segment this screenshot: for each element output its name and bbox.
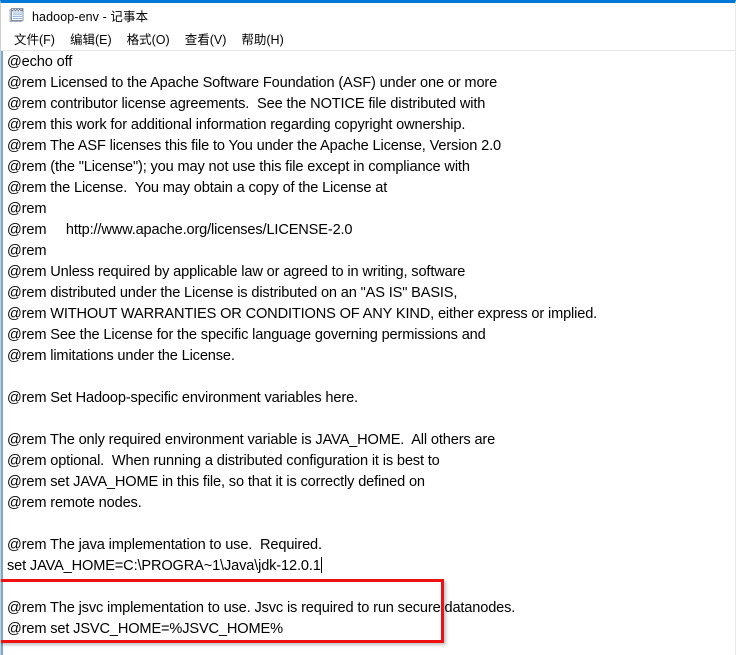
editor-line: @rem WITHOUT WARRANTIES OR CONDITIONS OF… bbox=[7, 304, 735, 325]
editor-line: @echo off bbox=[7, 52, 735, 73]
notepad-icon bbox=[7, 7, 24, 24]
editor-line-text: @rem Licensed to the Apache Software Fou… bbox=[7, 75, 498, 91]
editor-line: @rem this work for additional informatio… bbox=[7, 115, 735, 136]
editor-line-text: @rem Unless required by applicable law o… bbox=[7, 264, 466, 280]
text-editor-area[interactable]: @echo off @rem Licensed to the Apache Sof… bbox=[1, 51, 735, 655]
editor-line-text: @rem contributor license agreements. See… bbox=[7, 96, 486, 112]
editor-line: @rem The ASF licenses this file to You u… bbox=[7, 136, 735, 157]
editor-left-edge bbox=[1, 51, 3, 655]
editor-line-text: @rem The java implementation to use. Req… bbox=[7, 537, 322, 553]
editor-line-text: @rem The ASF licenses this file to You u… bbox=[7, 138, 501, 154]
editor-line: @rem Set Hadoop-specific environment var… bbox=[7, 388, 735, 409]
editor-line: @rem the License. You may obtain a copy … bbox=[7, 178, 735, 199]
editor-line: @rem The only required environment varia… bbox=[7, 430, 735, 451]
editor-line: @rem Unless required by applicable law o… bbox=[7, 262, 735, 283]
editor-line: @rem bbox=[7, 199, 735, 220]
editor-line: @rem The jsvc implementation to use. Jsv… bbox=[7, 598, 735, 619]
editor-line-text: @rem The only required environment varia… bbox=[7, 432, 496, 448]
editor-line-text: @rem WITHOUT WARRANTIES OR CONDITIONS OF… bbox=[7, 306, 598, 322]
editor-line: @rem Licensed to the Apache Software Fou… bbox=[7, 73, 735, 94]
editor-line-text: @rem distributed under the License is di… bbox=[7, 285, 458, 301]
menu-help[interactable]: 帮助(H) bbox=[234, 27, 291, 50]
editor-line-text: @rem bbox=[7, 201, 47, 217]
editor-line: @rem (the "License"); you may not use th… bbox=[7, 157, 735, 178]
editor-line-text: @rem remote nodes. bbox=[7, 495, 142, 511]
editor-line: @rem distributed under the License is di… bbox=[7, 283, 735, 304]
menu-view[interactable]: 查看(V) bbox=[178, 27, 235, 50]
notepad-window: hadoop-env - 记事本 文件(F) 编辑(E) 格式(O) 查看(V)… bbox=[0, 0, 736, 655]
editor-line-text: @rem set JSVC_HOME=%JSVC_HOME% bbox=[7, 621, 283, 637]
window-title: hadoop-env - 记事本 bbox=[32, 9, 149, 24]
editor-text[interactable]: @echo off @rem Licensed to the Apache Sof… bbox=[7, 52, 735, 640]
editor-line: @rem bbox=[7, 241, 735, 262]
editor-line: @rem http://www.apache.org/licenses/LICE… bbox=[7, 220, 735, 241]
editor-line: @rem See the License for the specific la… bbox=[7, 325, 735, 346]
editor-line: @rem contributor license agreements. See… bbox=[7, 94, 735, 115]
editor-line: @rem set JSVC_HOME=%JSVC_HOME% bbox=[7, 619, 735, 640]
editor-line-text: @rem http://www.apache.org/licenses/LICE… bbox=[7, 222, 353, 238]
editor-line: @rem limitations under the License. bbox=[7, 346, 735, 367]
editor-line-text: set JAVA_HOME=C:\PROGRA~1\Java\jdk-12.0.… bbox=[7, 558, 321, 574]
editor-line: @rem set JAVA_HOME in this file, so that… bbox=[7, 472, 735, 493]
menu-edit[interactable]: 编辑(E) bbox=[63, 27, 120, 50]
menu-file[interactable]: 文件(F) bbox=[7, 27, 63, 50]
editor-line: set JAVA_HOME=C:\PROGRA~1\Java\jdk-12.0.… bbox=[7, 556, 735, 577]
title-bar[interactable]: hadoop-env - 记事本 bbox=[1, 3, 735, 27]
editor-line-text: @rem (the "License"); you may not use th… bbox=[7, 159, 470, 175]
editor-line-text: @rem See the License for the specific la… bbox=[7, 327, 486, 343]
editor-line: @rem remote nodes. bbox=[7, 493, 735, 514]
editor-line-text: @rem the License. You may obtain a copy … bbox=[7, 180, 388, 196]
editor-line: @rem The java implementation to use. Req… bbox=[7, 535, 735, 556]
menu-format[interactable]: 格式(O) bbox=[120, 27, 178, 50]
editor-line-text: @rem Set Hadoop-specific environment var… bbox=[7, 390, 358, 406]
editor-line-text: @rem optional. When running a distribute… bbox=[7, 453, 440, 469]
editor-line-text: @rem set JAVA_HOME in this file, so that… bbox=[7, 474, 425, 490]
editor-line-text: @echo off bbox=[7, 54, 73, 70]
text-caret bbox=[320, 557, 322, 573]
editor-line-text: @rem limitations under the License. bbox=[7, 348, 235, 364]
editor-line-text: @rem bbox=[7, 243, 47, 259]
menu-bar: 文件(F) 编辑(E) 格式(O) 查看(V) 帮助(H) bbox=[1, 27, 735, 51]
editor-line-text: @rem this work for additional informatio… bbox=[7, 117, 466, 133]
editor-line-text: @rem The jsvc implementation to use. Jsv… bbox=[7, 600, 516, 616]
editor-line: @rem optional. When running a distribute… bbox=[7, 451, 735, 472]
